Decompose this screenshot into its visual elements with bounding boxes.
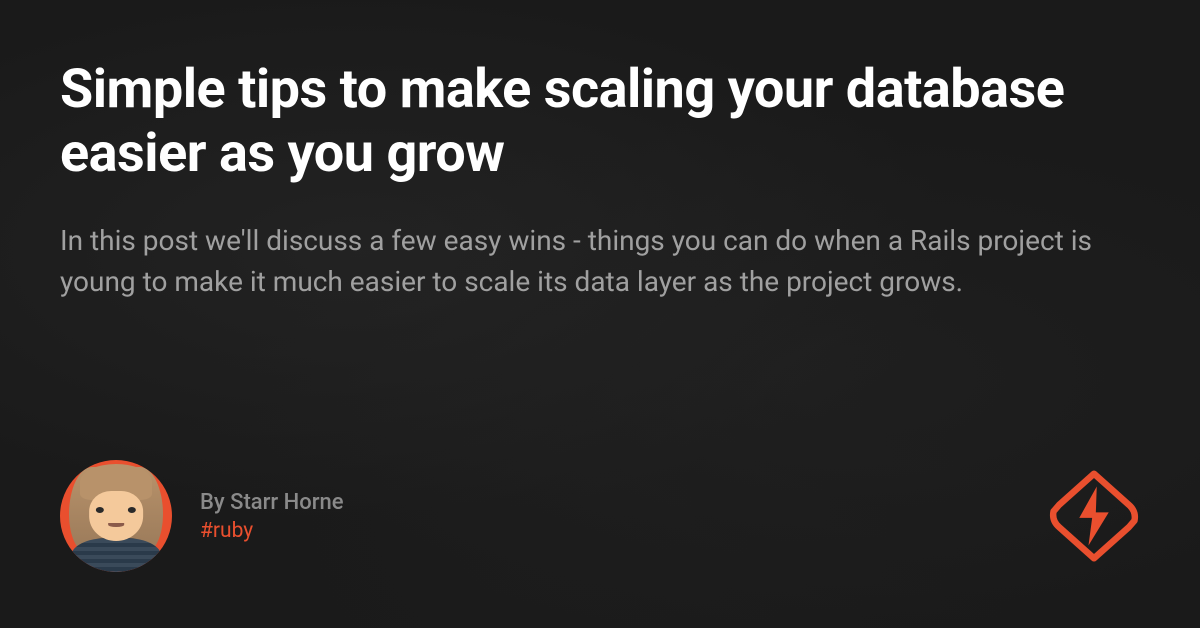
card-footer: By Starr Horne #ruby xyxy=(60,460,1140,580)
author-section: By Starr Horne #ruby xyxy=(60,460,344,572)
brand-logo-icon xyxy=(1048,470,1140,562)
author-info: By Starr Horne #ruby xyxy=(200,490,344,543)
author-avatar xyxy=(60,460,172,572)
author-byline: By Starr Horne xyxy=(200,490,344,515)
post-title: Simple tips to make scaling your databas… xyxy=(60,58,1140,185)
post-description: In this post we'll discuss a few easy wi… xyxy=(60,221,1140,302)
post-tag: #ruby xyxy=(200,519,344,543)
social-card: Simple tips to make scaling your databas… xyxy=(0,0,1200,628)
